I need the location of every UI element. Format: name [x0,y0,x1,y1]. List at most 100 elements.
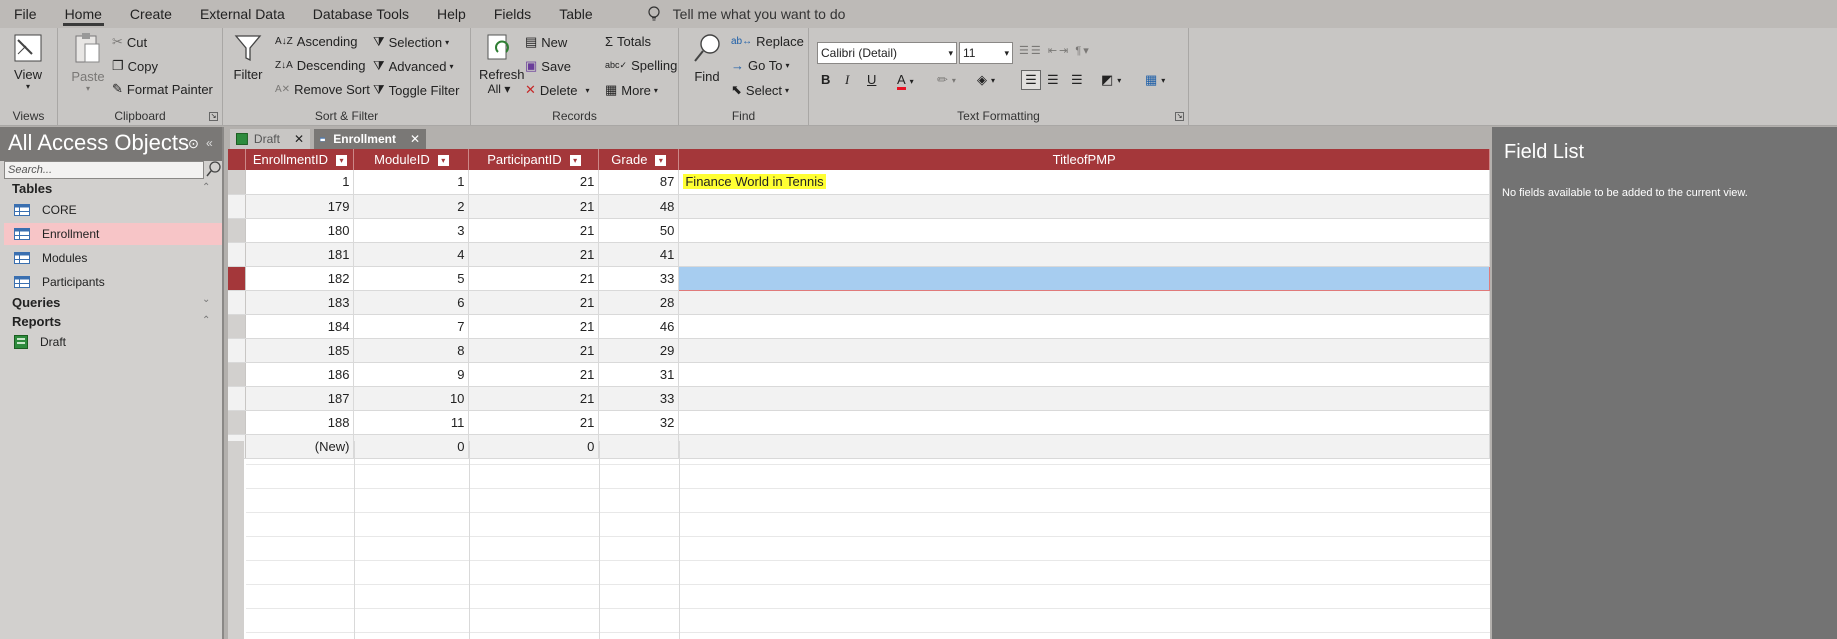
menu-create[interactable]: Create [116,0,186,28]
table-row[interactable]: 183 6 21 28 [228,290,1490,315]
table-cell[interactable]: 21 [468,218,600,243]
table-cell[interactable] [678,265,1490,291]
filter-dropdown-icon[interactable]: ▾ [569,155,581,167]
menu-table[interactable]: Table [545,0,606,28]
table-cell[interactable] [678,314,1490,339]
table-cell[interactable]: 188 [245,410,355,435]
nav-item-draft-report[interactable]: Draft [4,331,222,353]
underline-button[interactable]: U [867,72,876,87]
table-cell[interactable] [678,410,1490,435]
table-row[interactable]: 182 5 21 33 [228,265,1490,291]
table-row[interactable]: 184 7 21 46 [228,314,1490,339]
table-cell[interactable] [678,242,1490,267]
numbering-icon[interactable]: ☰ [1031,44,1043,57]
spelling-button[interactable]: abc✓ Spelling [605,58,677,73]
tab-enrollment[interactable]: Enrollment ✕ [314,129,426,149]
menu-database-tools[interactable]: Database Tools [299,0,423,28]
nav-title[interactable]: All Access Objects [8,130,189,156]
remove-sort-button[interactable]: A✕ Remove Sort [275,82,370,97]
filter-dropdown-icon[interactable]: ▾ [336,155,348,167]
select-all-corner[interactable] [228,149,247,170]
fill-color-button[interactable]: ◈ ▾ [977,72,995,88]
font-name-select[interactable]: Calibri (Detail) ▾ [817,42,957,64]
table-cell[interactable]: 31 [598,362,680,387]
paragraph-icon[interactable]: ¶▾ [1075,44,1090,57]
table-cell[interactable]: 21 [468,290,600,315]
table-cell[interactable] [678,218,1490,243]
selection-button[interactable]: ⧩ Selection ▾ [373,34,449,50]
more-button[interactable]: ▦ More ▾ [605,82,658,98]
table-cell[interactable]: 21 [468,194,600,219]
table-cell[interactable]: 33 [598,386,680,411]
table-cell[interactable]: 2 [353,194,470,219]
table-cell[interactable] [678,362,1490,387]
tell-me-box[interactable]: Tell me what you want to do [647,6,845,22]
table-cell[interactable] [678,338,1490,363]
nav-item-modules[interactable]: Modules [4,247,222,269]
menu-fields[interactable]: Fields [480,0,545,28]
paste-button[interactable]: Paste ▾ [70,32,106,93]
nav-search-input[interactable]: Search... [4,161,204,179]
table-cell[interactable]: 11 [353,410,470,435]
bullets-icon[interactable]: ☰ [1019,44,1031,57]
refresh-all-button[interactable]: Refresh All ▾ [479,32,525,96]
table-cell[interactable]: 184 [245,314,355,339]
nav-section-tables[interactable]: Tables [12,181,52,196]
column-header-titleofpmp[interactable]: TitleofPMP [678,149,1490,170]
table-cell[interactable]: 41 [598,242,680,267]
close-icon[interactable]: ✕ [410,132,420,146]
nav-section-queries[interactable]: Queries [12,295,60,310]
column-header-grade[interactable]: Grade ▾ [598,149,680,170]
table-row[interactable]: 180 3 21 50 [228,218,1490,243]
table-cell[interactable]: 5 [353,266,470,291]
table-row[interactable]: 1 1 21 87 Finance World in Tennis [228,170,1490,195]
row-selector[interactable] [228,386,247,411]
column-header-enrollmentid[interactable]: EnrollmentID ▾ [245,149,355,170]
row-selector[interactable] [228,290,247,315]
table-cell[interactable]: 50 [598,218,680,243]
search-icon[interactable] [206,160,222,181]
nav-menu-chevron-icon[interactable]: ⊙ [188,136,199,152]
table-cell[interactable]: 10 [353,386,470,411]
table-cell[interactable] [678,290,1490,315]
font-color-button[interactable]: A ▾ [897,72,914,90]
expand-down-icon[interactable]: ⌄ [202,294,210,305]
table-cell[interactable]: 21 [468,266,600,291]
italic-button[interactable]: I [845,72,849,88]
table-row[interactable]: 188 11 21 32 [228,410,1490,435]
collapse-up-icon[interactable]: ⌃ [202,182,210,193]
find-button[interactable]: Find [691,32,723,84]
table-row[interactable]: 186 9 21 31 [228,362,1490,387]
row-selector[interactable] [228,218,247,243]
table-cell[interactable]: 179 [245,194,355,219]
increase-indent-icon[interactable]: ⇥ [1059,44,1070,57]
table-row[interactable]: 187 10 21 33 [228,386,1490,411]
table-cell[interactable]: 186 [245,362,355,387]
table-cell[interactable] [678,386,1490,411]
menu-file[interactable]: File [0,0,51,28]
filter-dropdown-icon[interactable]: ▾ [437,155,449,167]
row-selector[interactable] [228,338,247,363]
table-cell[interactable]: 4 [353,242,470,267]
menu-help[interactable]: Help [423,0,480,28]
collapse-up-icon[interactable]: ⌃ [202,315,210,326]
text-formatting-launcher-icon[interactable]: ↘ [1175,112,1184,121]
row-selector[interactable] [228,410,247,435]
gridlines-button[interactable]: ◩ ▾ [1101,72,1121,88]
table-cell[interactable]: 187 [245,386,355,411]
row-selector[interactable] [228,266,247,291]
table-cell[interactable]: 21 [468,242,600,267]
filter-button[interactable]: Filter [233,32,263,82]
table-cell[interactable]: 21 [468,314,600,339]
nav-section-reports[interactable]: Reports [12,314,61,329]
table-cell[interactable]: 33 [598,266,680,291]
table-row[interactable]: 181 4 21 41 [228,242,1490,267]
table-cell[interactable]: 29 [598,338,680,363]
table-cell[interactable]: 87 [598,170,680,195]
descending-button[interactable]: Z↓A Descending [275,58,365,73]
close-icon[interactable]: ✕ [294,132,304,146]
table-cell[interactable]: 8 [353,338,470,363]
align-right-button[interactable]: ☰ [1071,72,1083,88]
table-cell[interactable]: 185 [245,338,355,363]
toggle-filter-button[interactable]: ⧩ Toggle Filter [373,82,459,98]
